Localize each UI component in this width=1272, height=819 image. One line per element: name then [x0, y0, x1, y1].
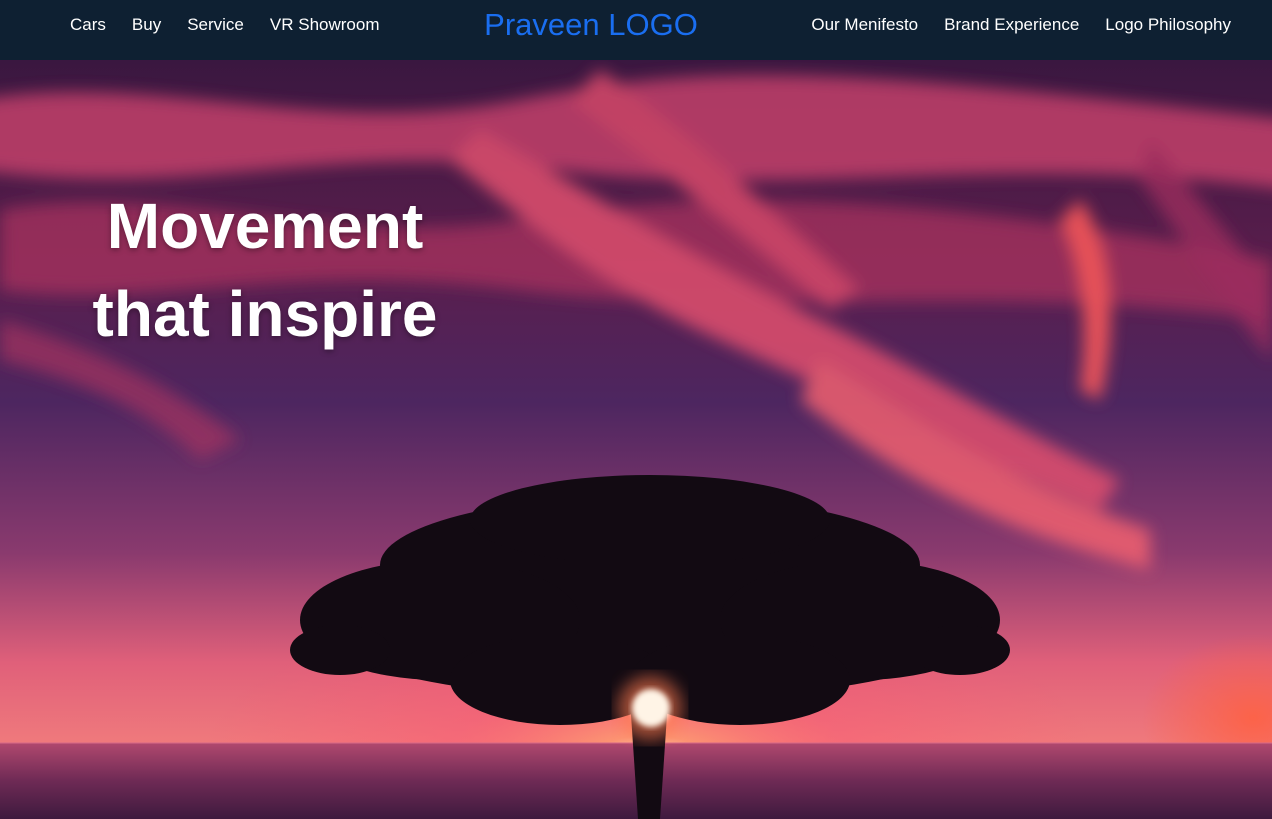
nav-link-brand-experience[interactable]: Brand Experience	[944, 15, 1079, 35]
headline-line-2: that inspire	[92, 278, 438, 350]
nav-link-logo-philosophy[interactable]: Logo Philosophy	[1105, 15, 1231, 35]
headline-line-1: Movement	[106, 190, 424, 262]
hero-background-image	[0, 60, 1272, 819]
hero-section: Movement that inspire	[0, 60, 1272, 819]
nav-link-our-menifesto[interactable]: Our Menifesto	[811, 15, 918, 35]
top-navbar: Cars Buy Service VR Showroom Praveen LOG…	[0, 0, 1272, 60]
nav-right-group: Our Menifesto Brand Experience Logo Phil…	[811, 0, 1231, 50]
hero-headline: Movement that inspire	[60, 182, 470, 358]
